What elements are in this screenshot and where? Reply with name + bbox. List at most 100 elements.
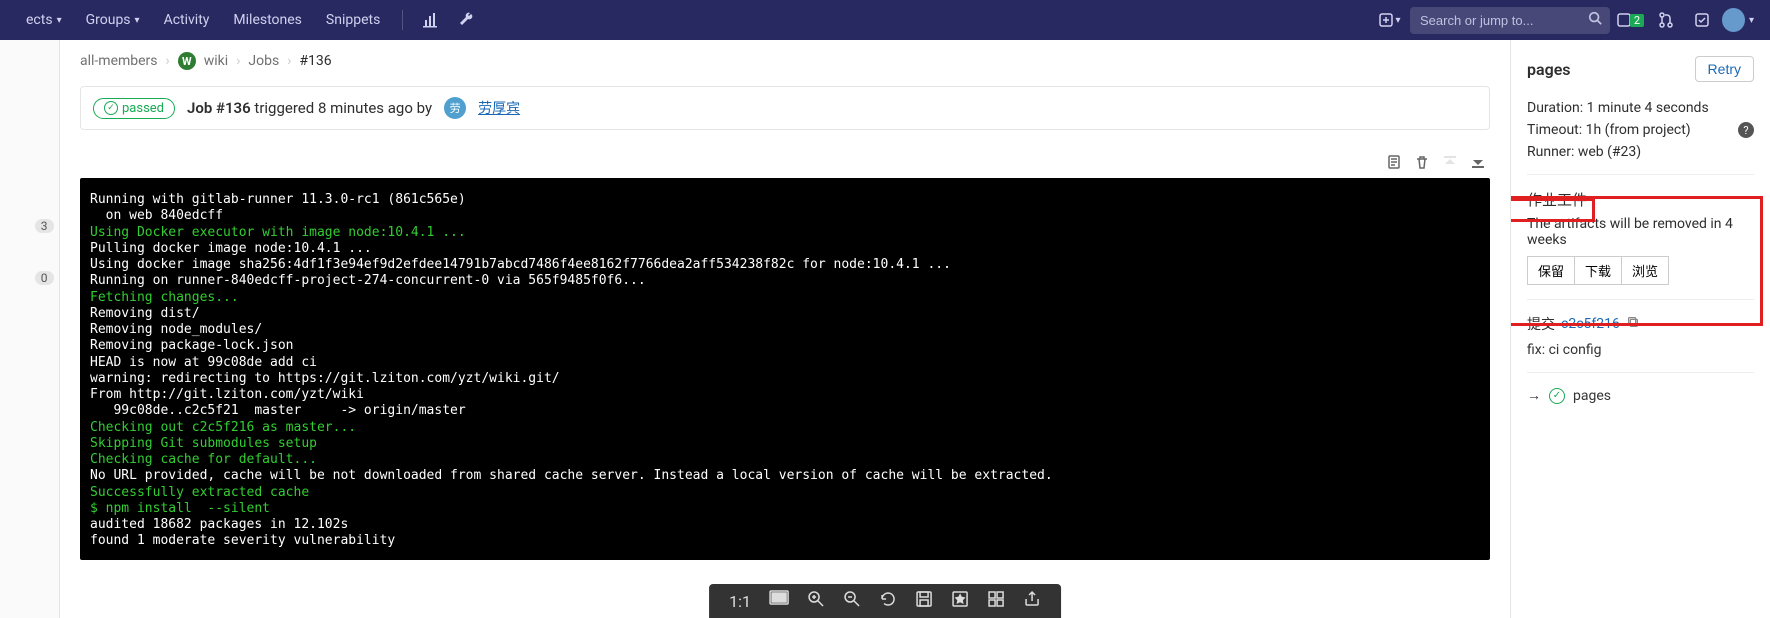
screen-icon[interactable] xyxy=(769,590,789,612)
crumb-sep: › xyxy=(166,53,170,69)
log-line: Removing package-lock.json xyxy=(90,338,294,353)
help-icon[interactable]: ? xyxy=(1738,122,1754,138)
log-line: No URL provided, cache will be not downl… xyxy=(90,468,1053,483)
todos-icon[interactable] xyxy=(1686,4,1718,36)
crumb-job-id: #136 xyxy=(299,53,331,69)
nav-activity[interactable]: Activity xyxy=(154,0,220,40)
chart-icon[interactable] xyxy=(415,4,447,36)
status-badge-passed: passed xyxy=(93,98,175,119)
log-line: Successfully extracted cache xyxy=(90,485,309,500)
commit-sha-link[interactable]: c2c5f216 xyxy=(1561,316,1620,332)
sidebar-badge: 0 xyxy=(35,271,54,285)
chevron-down-icon: ▾ xyxy=(1749,15,1754,26)
crumb-sep: › xyxy=(236,53,240,69)
erase-log-icon[interactable] xyxy=(1412,154,1432,174)
log-line: warning: redirecting to https://git.lzit… xyxy=(90,371,560,386)
log-line: Removing dist/ xyxy=(90,306,200,321)
retry-button[interactable]: Retry xyxy=(1695,56,1754,82)
check-circle-icon: ✓ xyxy=(1549,388,1565,404)
chevron-down-icon: ▾ xyxy=(1395,15,1400,26)
bookmark-icon[interactable] xyxy=(951,590,969,612)
job-title: Job #136 triggered 8 minutes ago by xyxy=(187,99,432,117)
artifacts-note: The artifacts will be removed in 4 weeks xyxy=(1527,216,1754,248)
nav-separator xyxy=(402,10,403,30)
merge-requests-icon[interactable] xyxy=(1650,4,1682,36)
job-log[interactable]: Running with gitlab-runner 11.3.0-rc1 (8… xyxy=(80,178,1490,560)
raw-log-icon[interactable] xyxy=(1384,154,1404,174)
sidebar-item[interactable] xyxy=(10,314,50,346)
log-line: From http://git.lziton.com/yzt/wiki xyxy=(90,387,364,402)
duration-value: 1 minute 4 seconds xyxy=(1587,100,1709,116)
log-line: on web 840edcff xyxy=(90,208,223,223)
arrow-right-icon: → xyxy=(1527,387,1541,404)
crumb-jobs[interactable]: Jobs xyxy=(248,53,279,69)
crumb-project[interactable]: wiki xyxy=(204,53,228,69)
copy-sha-icon[interactable] xyxy=(1626,315,1640,333)
check-circle-icon xyxy=(104,101,118,115)
job-name: pages xyxy=(1527,60,1571,79)
artifacts-heading: 作业工件 xyxy=(1527,189,1754,210)
keep-artifacts-button[interactable]: 保留 xyxy=(1527,256,1575,285)
log-line: 99c08de..c2c5f21 master -> origin/master xyxy=(90,403,466,418)
sidebar-item-mrs[interactable]: 0 xyxy=(10,262,50,294)
log-line: Using docker image sha256:4df1f3e94ef9d2… xyxy=(90,257,951,272)
sidebar-item[interactable] xyxy=(10,366,50,398)
cursor-position: 1:1 xyxy=(729,592,751,611)
log-line: found 1 moderate severity vulnerability xyxy=(90,533,395,548)
pipeline-stage[interactable]: → ✓ pages xyxy=(1527,387,1754,404)
log-line: Using Docker executor with image node:10… xyxy=(90,225,466,240)
runner-label: Runner: xyxy=(1527,144,1578,160)
job-user-link[interactable]: 劳厚宾 xyxy=(478,98,520,118)
log-line: Skipping Git submodules setup xyxy=(90,436,317,451)
log-line: audited 18682 packages in 12.102s xyxy=(90,517,348,532)
log-line: HEAD is now at 99c08de add ci xyxy=(90,355,317,370)
log-line: Checking out c2c5f216 as master... xyxy=(90,420,356,435)
sidebar-item-issues[interactable]: 3 xyxy=(10,210,50,242)
issues-badge: 2 xyxy=(1630,14,1644,27)
job-header: passed Job #136 triggered 8 minutes ago … xyxy=(80,86,1490,130)
nav-projects[interactable]: ects ▾ xyxy=(16,0,72,40)
wrench-icon[interactable] xyxy=(451,4,483,36)
stage-name: pages xyxy=(1573,388,1611,404)
job-title-rest: triggered 8 minutes ago by xyxy=(251,99,432,117)
download-artifacts-button[interactable]: 下载 xyxy=(1575,256,1622,285)
user-menu[interactable]: ▾ xyxy=(1722,4,1754,36)
issues-icon[interactable]: 2 xyxy=(1614,4,1646,36)
commit-label: 提交 xyxy=(1527,314,1555,334)
nav-groups-label: Groups xyxy=(86,12,131,28)
grid-icon[interactable] xyxy=(987,590,1005,612)
job-meta: Duration: 1 minute 4 seconds Timeout: 1h… xyxy=(1527,100,1754,160)
timeout-label: Timeout: xyxy=(1527,122,1586,138)
right-sidebar: pages Retry Duration: 1 minute 4 seconds… xyxy=(1510,40,1770,618)
search-icon[interactable] xyxy=(1588,11,1602,29)
zoom-in-icon[interactable] xyxy=(807,590,825,612)
top-navbar: ects ▾ Groups ▾ Activity Milestones Snippe… xyxy=(0,0,1770,40)
status-text: passed xyxy=(122,101,164,116)
share-icon[interactable] xyxy=(1023,590,1041,612)
crumb-group[interactable]: all-members xyxy=(80,53,158,69)
log-line: Running on runner-840edcff-project-274-c… xyxy=(90,273,646,288)
nav-projects-label: ects xyxy=(26,12,53,28)
zoom-out-icon[interactable] xyxy=(843,590,861,612)
project-avatar: W xyxy=(178,52,196,70)
search-box xyxy=(1410,7,1610,34)
save-icon[interactable] xyxy=(915,590,933,612)
crumb-sep: › xyxy=(287,53,291,69)
user-avatar[interactable]: 劳 xyxy=(444,97,466,119)
nav-groups[interactable]: Groups ▾ xyxy=(76,0,150,40)
nav-snippets[interactable]: Snippets xyxy=(316,0,390,40)
duration-label: Duration: xyxy=(1527,100,1587,116)
breadcrumb: all-members › W wiki › Jobs › #136 xyxy=(80,52,1490,70)
browse-artifacts-button[interactable]: 浏览 xyxy=(1622,256,1669,285)
search-input[interactable] xyxy=(1410,7,1610,34)
commit-message: fix: ci config xyxy=(1527,342,1754,358)
chevron-down-icon: ▾ xyxy=(57,15,62,26)
nav-milestones[interactable]: Milestones xyxy=(223,0,312,40)
timeout-value: 1h (from project) xyxy=(1586,122,1691,138)
main-content: all-members › W wiki › Jobs › #136 passe… xyxy=(60,40,1510,618)
left-sidebar: 3 0 xyxy=(0,40,60,618)
rotate-icon[interactable] xyxy=(879,590,897,612)
chevron-down-icon: ▾ xyxy=(135,15,140,26)
plus-icon[interactable]: ▾ xyxy=(1374,4,1406,36)
scroll-bottom-icon[interactable] xyxy=(1468,154,1488,174)
